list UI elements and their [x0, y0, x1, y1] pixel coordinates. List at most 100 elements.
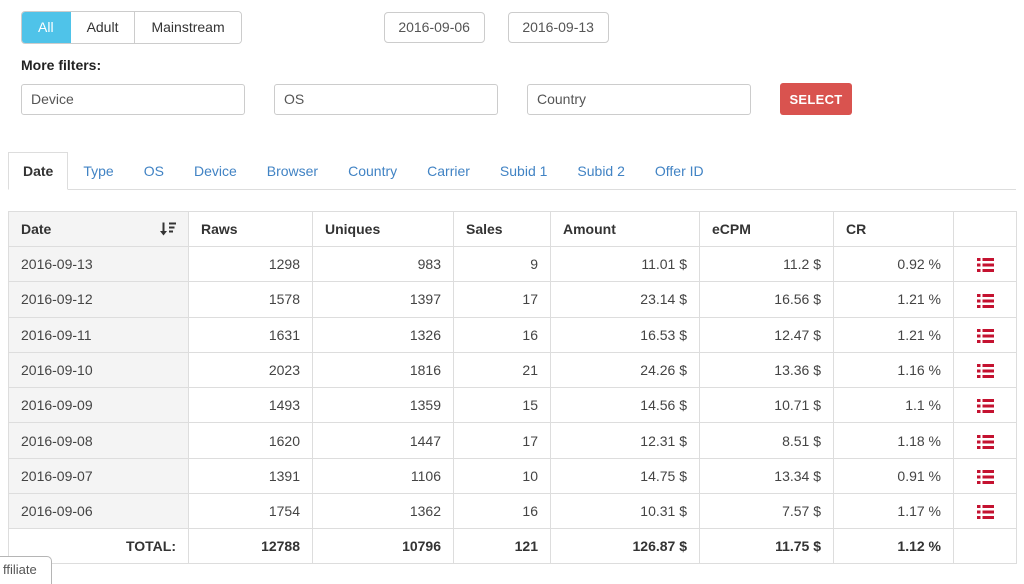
cell-ecpm: 10.71 $ — [700, 388, 834, 423]
device-filter-input[interactable] — [21, 84, 245, 115]
list-icon[interactable] — [977, 435, 994, 449]
category-option-adult[interactable]: Adult — [71, 12, 136, 43]
cell-date: 2016-09-08 — [9, 423, 189, 458]
cell-amount: 16.53 $ — [551, 317, 700, 352]
tab-type[interactable]: Type — [68, 152, 128, 190]
cell-date: 2016-09-06 — [9, 494, 189, 529]
cell-details[interactable] — [954, 494, 1017, 529]
report-tabs: DateTypeOSDeviceBrowserCountryCarrierSub… — [8, 152, 1016, 190]
tab-date[interactable]: Date — [8, 152, 68, 190]
cell-uniques: 1359 — [313, 388, 454, 423]
total-amount: 126.87 $ — [551, 529, 700, 564]
tab-carrier[interactable]: Carrier — [412, 152, 485, 190]
cell-amount: 12.31 $ — [551, 423, 700, 458]
select-button[interactable]: SELECT — [780, 83, 852, 115]
cell-ecpm: 7.57 $ — [700, 494, 834, 529]
tab-country[interactable]: Country — [333, 152, 412, 190]
column-header-sales: Sales — [454, 212, 551, 247]
date-from-input[interactable] — [384, 12, 485, 43]
category-option-all[interactable]: All — [22, 12, 71, 43]
cell-amount: 24.26 $ — [551, 352, 700, 387]
tab-os[interactable]: OS — [129, 152, 179, 190]
top-filter-row: AllAdultMainstream — [0, 0, 1024, 44]
cell-amount: 14.75 $ — [551, 458, 700, 493]
cell-cr: 0.92 % — [834, 247, 954, 282]
column-header-ecpm: eCPM — [700, 212, 834, 247]
cell-ecpm: 13.34 $ — [700, 458, 834, 493]
cell-details[interactable] — [954, 352, 1017, 387]
cell-amount: 10.31 $ — [551, 494, 700, 529]
total-sales: 121 — [454, 529, 551, 564]
table-row: 2016-09-11163113261616.53 $12.47 $1.21 % — [9, 317, 1017, 352]
list-icon[interactable] — [977, 470, 994, 484]
tab-browser[interactable]: Browser — [252, 152, 333, 190]
cell-sales: 9 — [454, 247, 551, 282]
os-filter-input[interactable] — [274, 84, 498, 115]
column-header-label: Date — [21, 221, 51, 237]
cell-raws: 1620 — [189, 423, 313, 458]
cell-amount: 23.14 $ — [551, 282, 700, 317]
tab-offer-id[interactable]: Offer ID — [640, 152, 719, 190]
cell-cr: 1.21 % — [834, 317, 954, 352]
cell-details[interactable] — [954, 458, 1017, 493]
column-header-amount: Amount — [551, 212, 700, 247]
cell-raws: 1391 — [189, 458, 313, 493]
cell-ecpm: 13.36 $ — [700, 352, 834, 387]
cell-uniques: 1326 — [313, 317, 454, 352]
sort-descending-icon[interactable] — [160, 222, 176, 236]
list-icon[interactable] — [977, 294, 994, 308]
cell-date: 2016-09-07 — [9, 458, 189, 493]
table-row: 2016-09-06175413621610.31 $7.57 $1.17 % — [9, 494, 1017, 529]
cell-uniques: 1397 — [313, 282, 454, 317]
column-header-cr: CR — [834, 212, 954, 247]
cell-sales: 17 — [454, 282, 551, 317]
cell-date: 2016-09-09 — [9, 388, 189, 423]
country-filter-input[interactable] — [527, 84, 751, 115]
column-header-raws: Raws — [189, 212, 313, 247]
cell-details[interactable] — [954, 282, 1017, 317]
category-option-mainstream[interactable]: Mainstream — [135, 12, 240, 43]
total-uniques: 10796 — [313, 529, 454, 564]
total-row: TOTAL:1278810796121126.87 $11.75 $1.12 % — [9, 529, 1017, 564]
cell-uniques: 1106 — [313, 458, 454, 493]
tab-subid-1[interactable]: Subid 1 — [485, 152, 562, 190]
table-row: 2016-09-08162014471712.31 $8.51 $1.18 % — [9, 423, 1017, 458]
cell-amount: 11.01 $ — [551, 247, 700, 282]
analytics-dashboard: AllAdultMainstream More filters: SELECT … — [0, 0, 1024, 564]
tab-device[interactable]: Device — [179, 152, 252, 190]
cell-details[interactable] — [954, 247, 1017, 282]
cell-sales: 17 — [454, 423, 551, 458]
cell-date: 2016-09-13 — [9, 247, 189, 282]
cell-sales: 10 — [454, 458, 551, 493]
list-icon[interactable] — [977, 258, 994, 272]
list-icon[interactable] — [977, 364, 994, 378]
cell-date: 2016-09-12 — [9, 282, 189, 317]
cell-date: 2016-09-10 — [9, 352, 189, 387]
status-bar: ffiliate — [0, 556, 52, 584]
list-icon[interactable] — [977, 329, 994, 343]
cell-details[interactable] — [954, 388, 1017, 423]
total-raws: 12788 — [189, 529, 313, 564]
cell-uniques: 1816 — [313, 352, 454, 387]
table-row: 2016-09-131298983911.01 $11.2 $0.92 % — [9, 247, 1017, 282]
cell-details[interactable] — [954, 317, 1017, 352]
total-empty-cell — [954, 529, 1017, 564]
list-icon[interactable] — [977, 399, 994, 413]
cell-raws: 1631 — [189, 317, 313, 352]
cell-sales: 16 — [454, 494, 551, 529]
column-header-date[interactable]: Date — [9, 212, 189, 247]
cell-cr: 1.16 % — [834, 352, 954, 387]
cell-date: 2016-09-11 — [9, 317, 189, 352]
date-to-input[interactable] — [508, 12, 609, 43]
cell-raws: 1754 — [189, 494, 313, 529]
cell-raws: 2023 — [189, 352, 313, 387]
table-row: 2016-09-07139111061014.75 $13.34 $0.91 % — [9, 458, 1017, 493]
cell-sales: 16 — [454, 317, 551, 352]
more-filters-row: SELECT — [0, 83, 1024, 115]
list-icon[interactable] — [977, 505, 994, 519]
tab-subid-2[interactable]: Subid 2 — [562, 152, 639, 190]
cell-cr: 1.1 % — [834, 388, 954, 423]
cell-details[interactable] — [954, 423, 1017, 458]
cell-raws: 1493 — [189, 388, 313, 423]
table-row: 2016-09-10202318162124.26 $13.36 $1.16 % — [9, 352, 1017, 387]
